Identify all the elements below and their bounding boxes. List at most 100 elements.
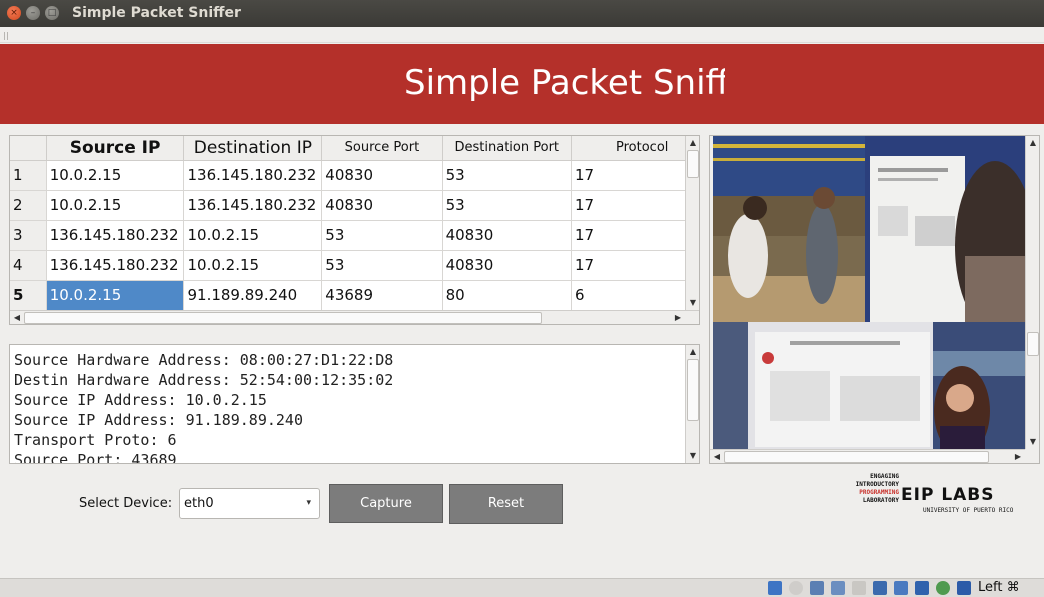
photo-panel[interactable]: ▲ ▼ ◀ ▶ <box>709 135 1040 464</box>
mouse-integration-icon[interactable] <box>957 581 971 595</box>
cell-destination-port[interactable]: 53 <box>442 160 573 191</box>
logo-brand: EIP LABS <box>901 485 995 505</box>
cell-source-port[interactable]: 40830 <box>321 160 443 191</box>
window-title: Simple Packet Sniffer <box>72 5 241 21</box>
scroll-up-arrow-icon[interactable]: ▲ <box>686 345 699 359</box>
host-key-label: Left ⌘ <box>978 580 1020 595</box>
app-banner: Simple Packet Sniffer <box>0 44 1044 124</box>
shared-folder-icon[interactable] <box>873 581 887 595</box>
column-header-protocol[interactable]: Protocol <box>571 136 699 161</box>
scroll-right-arrow-icon[interactable]: ▶ <box>1011 450 1025 463</box>
table-row[interactable]: 1 10.0.2.15 136.145.180.232 40830 53 17 <box>10 160 699 191</box>
cell-source-ip[interactable]: 10.0.2.15 <box>46 160 185 191</box>
toolbar-grip-icon[interactable] <box>4 32 10 40</box>
capture-button[interactable]: Capture <box>329 484 443 523</box>
usb-icon[interactable] <box>852 581 866 595</box>
cell-destination-port[interactable]: 40830 <box>442 250 573 281</box>
table-row[interactable]: 2 10.0.2.15 136.145.180.232 40830 53 17 <box>10 190 699 221</box>
row-number[interactable]: 3 <box>10 220 47 251</box>
cell-destination-ip[interactable]: 91.189.89.240 <box>183 280 323 311</box>
photo-horizontal-scrollbar[interactable]: ◀ ▶ <box>710 449 1025 463</box>
chevron-down-icon: ▾ <box>306 498 311 508</box>
column-header-source-port[interactable]: Source Port <box>321 136 443 161</box>
row-number[interactable]: 5 <box>10 280 47 311</box>
detail-line: Transport Proto: 6 <box>14 431 177 449</box>
table-vertical-scrollbar[interactable]: ▲ ▼ <box>685 136 699 311</box>
cell-protocol[interactable]: 17 <box>571 190 699 221</box>
cell-protocol[interactable]: 17 <box>571 250 699 281</box>
cell-source-ip[interactable]: 136.145.180.232 <box>46 250 185 281</box>
scroll-right-arrow-icon[interactable]: ▶ <box>671 311 685 324</box>
photo-vertical-scrollbar[interactable]: ▲ ▼ <box>1025 136 1039 449</box>
cell-protocol[interactable]: 17 <box>571 160 699 191</box>
scroll-thumb[interactable] <box>724 451 989 463</box>
cell-protocol[interactable]: 17 <box>571 220 699 251</box>
cell-destination-ip[interactable]: 136.145.180.232 <box>183 190 323 221</box>
cell-destination-ip[interactable]: 136.145.180.232 <box>183 160 323 191</box>
logo-line-programming: PROGRAMMING <box>859 489 899 496</box>
device-select[interactable]: eth0 ▾ <box>179 488 320 519</box>
table-row[interactable]: 4 136.145.180.232 10.0.2.15 53 40830 17 <box>10 250 699 281</box>
detail-line: Source Port: 43689 <box>14 451 177 464</box>
logo-line-engaging: ENGAGING <box>870 473 899 480</box>
close-window-button[interactable]: × <box>7 6 21 20</box>
scroll-thumb[interactable] <box>687 359 699 421</box>
scroll-down-arrow-icon[interactable]: ▼ <box>686 296 699 310</box>
video-capture-icon[interactable] <box>915 581 929 595</box>
scroll-thumb[interactable] <box>1027 332 1039 356</box>
reset-button[interactable]: Reset <box>449 484 563 524</box>
hard-disk-icon[interactable] <box>768 581 782 595</box>
column-header-destination-ip[interactable]: Destination IP <box>183 136 323 161</box>
packet-table-view[interactable]: Source IP Destination IP Source Port Des… <box>9 135 700 325</box>
cell-destination-ip[interactable]: 10.0.2.15 <box>183 220 323 251</box>
minimize-window-button[interactable]: – <box>26 6 40 20</box>
toolbar-strip <box>0 27 1044 43</box>
cell-source-port[interactable]: 43689 <box>321 280 443 311</box>
cpu-activity-icon[interactable] <box>936 581 950 595</box>
eip-labs-logo: ENGAGING INTRODUCTORY PROGRAMMING LABORA… <box>843 471 1038 519</box>
optical-drive-icon[interactable] <box>789 581 803 595</box>
scroll-down-arrow-icon[interactable]: ▼ <box>1026 435 1039 449</box>
row-number[interactable]: 2 <box>10 190 47 221</box>
cell-destination-port[interactable]: 80 <box>442 280 573 311</box>
cell-source-port[interactable]: 53 <box>321 250 443 281</box>
row-number[interactable]: 4 <box>10 250 47 281</box>
cell-destination-ip[interactable]: 10.0.2.15 <box>183 250 323 281</box>
table-row-selected[interactable]: 5 10.0.2.15 91.189.89.240 43689 80 6 <box>10 280 699 311</box>
cell-destination-port[interactable]: 40830 <box>442 220 573 251</box>
display-icon[interactable] <box>894 581 908 595</box>
column-header-source-ip[interactable]: Source IP <box>46 136 185 161</box>
scroll-thumb[interactable] <box>24 312 542 324</box>
scroll-left-arrow-icon[interactable]: ◀ <box>710 450 724 463</box>
scroll-thumb[interactable] <box>687 150 699 178</box>
cell-destination-port[interactable]: 53 <box>442 190 573 221</box>
row-number[interactable]: 1 <box>10 160 47 191</box>
scroll-down-arrow-icon[interactable]: ▼ <box>686 449 699 463</box>
cell-source-ip[interactable]: 10.0.2.15 <box>46 280 185 311</box>
column-header-destination-port[interactable]: Destination Port <box>442 136 573 161</box>
audio-icon[interactable] <box>810 581 824 595</box>
logo-line-introductory: INTRODUCTORY <box>855 481 899 488</box>
packet-details-textarea[interactable]: Source Hardware Address: 08:00:27:D1:22:… <box>9 344 700 464</box>
window-titlebar: × – □ Simple Packet Sniffer <box>0 0 1044 27</box>
table-corner[interactable] <box>10 136 47 161</box>
cell-source-ip[interactable]: 10.0.2.15 <box>46 190 185 221</box>
select-device-label: Select Device: <box>79 496 173 511</box>
scroll-up-arrow-icon[interactable]: ▲ <box>686 136 699 150</box>
scroll-left-arrow-icon[interactable]: ◀ <box>10 311 24 324</box>
table-row[interactable]: 3 136.145.180.232 10.0.2.15 53 40830 17 <box>10 220 699 251</box>
detail-line: Source IP Address: 10.0.2.15 <box>14 391 267 409</box>
cell-protocol[interactable]: 6 <box>571 280 699 311</box>
table-horizontal-scrollbar[interactable]: ◀ ▶ <box>10 310 699 324</box>
packet-table: Source IP Destination IP Source Port Des… <box>10 136 699 311</box>
cell-source-ip[interactable]: 136.145.180.232 <box>46 220 185 251</box>
cell-source-port[interactable]: 53 <box>321 220 443 251</box>
network-icon[interactable] <box>831 581 845 595</box>
scroll-up-arrow-icon[interactable]: ▲ <box>1026 136 1039 150</box>
logo-line-laboratory: LABORATORY <box>862 497 899 504</box>
details-vertical-scrollbar[interactable]: ▲ ▼ <box>685 345 699 463</box>
device-select-value: eth0 <box>184 496 214 511</box>
cell-source-port[interactable]: 40830 <box>321 190 443 221</box>
banner-title: Simple Packet Sniffer <box>404 63 725 103</box>
maximize-window-button[interactable]: □ <box>45 6 59 20</box>
